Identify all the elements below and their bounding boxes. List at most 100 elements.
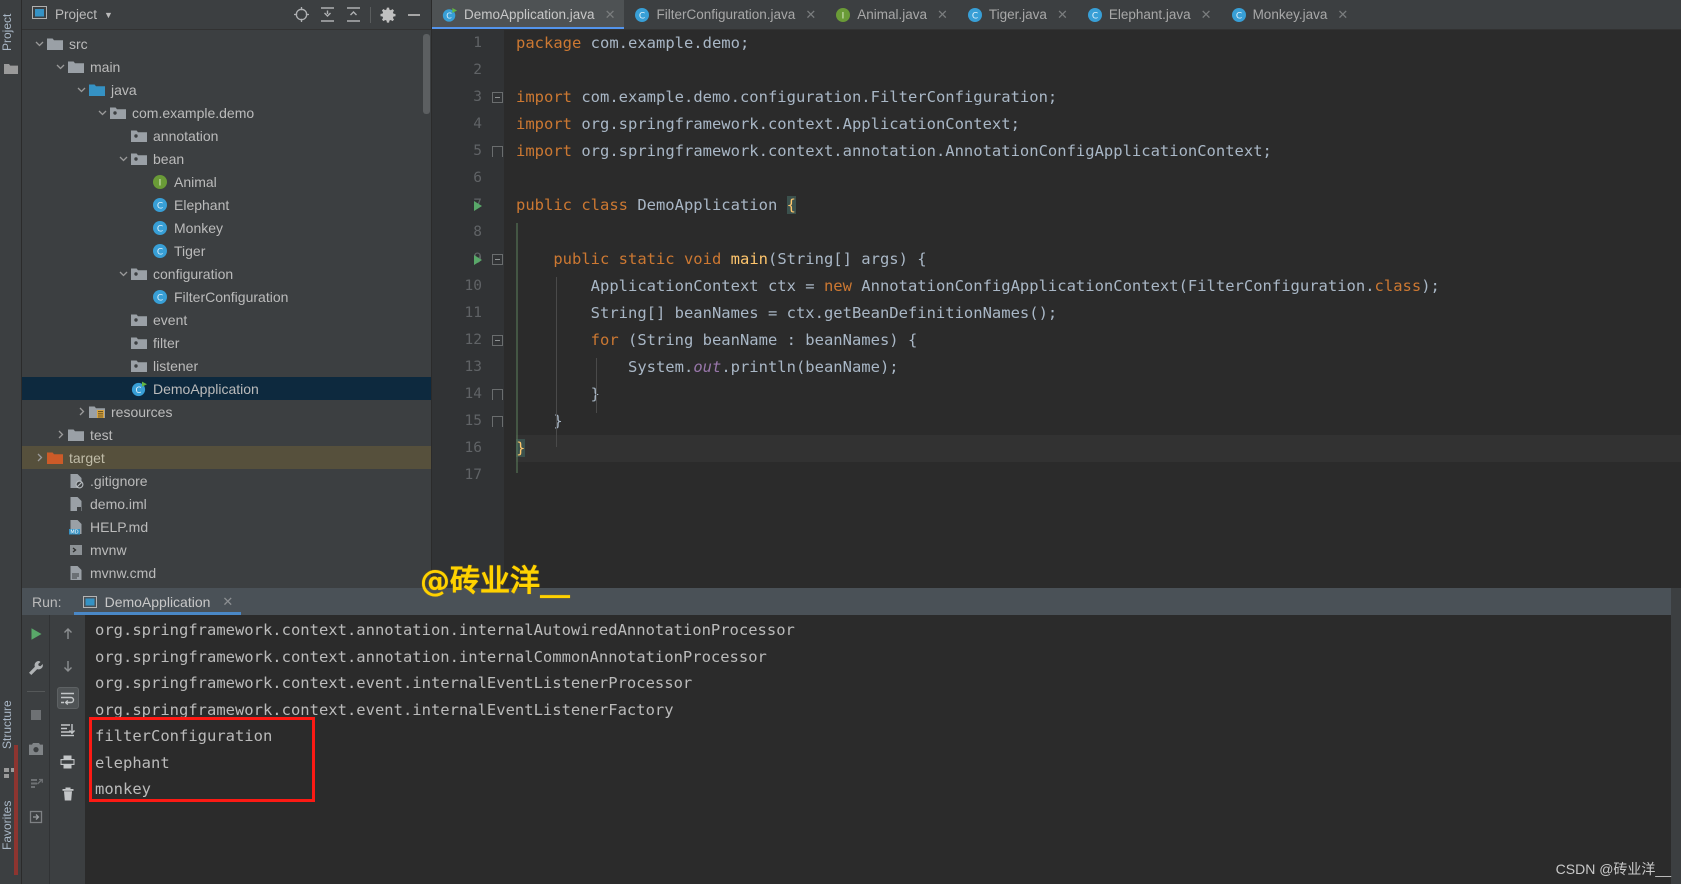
editor-code[interactable]: package com.example.demo; import com.exa… — [504, 30, 1681, 588]
chevron-right-icon[interactable] — [32, 446, 46, 469]
editor-gutter[interactable]: 1 2 3 4 5 6 7 8 9 10 11 12 13 14 15 16 17 — [432, 30, 490, 588]
editor-tab-filterconfiguration-java[interactable]: C FilterConfiguration.java ✕ — [624, 0, 825, 29]
gear-icon[interactable] — [377, 4, 399, 26]
close-icon[interactable]: ✕ — [1201, 8, 1212, 21]
close-icon[interactable]: ✕ — [1057, 8, 1068, 21]
locate-icon[interactable] — [290, 4, 312, 26]
camera-icon[interactable] — [25, 738, 47, 760]
expand-all-icon[interactable] — [316, 4, 338, 26]
tree-item-test[interactable]: test — [22, 423, 431, 446]
collapse-all-icon[interactable] — [342, 4, 364, 26]
tree-item-demoapplication[interactable]: C DemoApplication — [22, 377, 431, 400]
close-icon[interactable]: ✕ — [937, 8, 948, 21]
tree-item-monkey[interactable]: C Monkey — [22, 216, 431, 239]
code-line[interactable]: } — [516, 435, 1681, 462]
code-line[interactable]: ApplicationContext ctx = new AnnotationC… — [516, 273, 1681, 300]
arrow-up-icon[interactable] — [57, 623, 79, 645]
chevron-down-icon[interactable]: ▼ — [104, 10, 113, 20]
editor-tab-demoapplication-java[interactable]: C DemoApplication.java ✕ — [432, 0, 625, 29]
code-line[interactable] — [516, 219, 1681, 246]
close-icon[interactable]: ✕ — [605, 8, 616, 21]
project-tree-scrollbar[interactable] — [423, 34, 430, 114]
soft-wrap-icon[interactable] — [56, 687, 79, 709]
editor-fold-column[interactable] — [490, 30, 504, 588]
close-icon[interactable]: ✕ — [222, 594, 233, 610]
stop-icon[interactable] — [25, 704, 47, 726]
editor-tab-elephant-java[interactable]: C Elephant.java ✕ — [1077, 0, 1221, 29]
editor-tab-monkey-java[interactable]: C Monkey.java ✕ — [1221, 0, 1358, 29]
trash-icon[interactable] — [57, 783, 79, 805]
code-line[interactable]: for (String beanName : beanNames) { — [516, 327, 1681, 354]
chevron-down-icon[interactable] — [32, 32, 46, 55]
tree-item-java[interactable]: java — [22, 78, 431, 101]
run-toolbar-right[interactable] — [50, 615, 85, 884]
fold-marker[interactable] — [492, 335, 503, 346]
run-tab-demoapplication[interactable]: DemoApplication ✕ — [73, 588, 242, 615]
exit-icon[interactable] — [25, 806, 47, 828]
chevron-down-icon[interactable] — [74, 78, 88, 101]
thread-dump-icon[interactable] — [25, 772, 47, 794]
code-line[interactable] — [516, 165, 1681, 192]
fold-marker[interactable] — [492, 254, 503, 265]
tree-item-main[interactable]: main — [22, 55, 431, 78]
rerun-icon[interactable] — [25, 623, 47, 645]
tree-item-tiger[interactable]: C Tiger — [22, 239, 431, 262]
code-line[interactable] — [516, 57, 1681, 84]
code-line[interactable]: public static void main(String[] args) { — [516, 246, 1681, 273]
chevron-down-icon[interactable] — [116, 147, 130, 170]
tree-item-src[interactable]: src — [22, 32, 431, 55]
chevron-down-icon[interactable] — [116, 262, 130, 285]
run-gutter-icon[interactable] — [470, 192, 486, 219]
tree-item-mvnw-cmd[interactable]: mvnw.cmd — [22, 561, 431, 584]
editor-tab-animal-java[interactable]: I Animal.java ✕ — [825, 0, 957, 29]
run-gutter-icon[interactable] — [470, 246, 486, 273]
console-output[interactable]: org.springframework.context.annotation.i… — [85, 615, 1681, 884]
tool-window-button-structure[interactable]: Structure — [0, 690, 22, 760]
scroll-to-end-icon[interactable] — [57, 719, 79, 741]
tree-item-bean[interactable]: bean — [22, 147, 431, 170]
chevron-down-icon[interactable] — [95, 101, 109, 124]
fold-marker[interactable] — [492, 92, 503, 103]
settings-wrench-icon[interactable] — [25, 657, 47, 679]
tree-item-configuration[interactable]: configuration — [22, 262, 431, 285]
tree-item-target[interactable]: target — [22, 446, 431, 469]
tree-item-com-example-demo[interactable]: com.example.demo — [22, 101, 431, 124]
code-line[interactable]: package com.example.demo; — [516, 30, 1681, 57]
run-toolbar-left[interactable] — [22, 615, 50, 884]
tree-item-elephant[interactable]: C Elephant — [22, 193, 431, 216]
editor-tab-tiger-java[interactable]: C Tiger.java ✕ — [957, 0, 1077, 29]
close-icon[interactable]: ✕ — [805, 8, 816, 21]
minimize-icon[interactable] — [403, 4, 425, 26]
chevron-down-icon[interactable] — [53, 55, 67, 78]
tool-window-button-project[interactable]: Project — [0, 4, 22, 60]
code-line[interactable]: System.out.println(beanName); — [516, 354, 1681, 381]
code-line[interactable] — [516, 462, 1681, 489]
tool-window-button-favorites[interactable]: Favorites — [0, 790, 22, 860]
tree-item-demo-iml[interactable]: demo.iml — [22, 492, 431, 515]
tree-item-event[interactable]: event — [22, 308, 431, 331]
code-line[interactable]: import org.springframework.context.Appli… — [516, 111, 1681, 138]
tree-item-filterconfiguration[interactable]: C FilterConfiguration — [22, 285, 431, 308]
tree-item--gitignore[interactable]: .gitignore — [22, 469, 431, 492]
tree-item-resources[interactable]: resources — [22, 400, 431, 423]
code-line[interactable]: import org.springframework.context.annot… — [516, 138, 1681, 165]
editor-tab-bar[interactable]: C DemoApplication.java ✕ C FilterConfigurati… — [432, 0, 1681, 30]
fold-marker[interactable] — [492, 146, 503, 157]
project-tree[interactable]: src main java com.example.demo annotation bea… — [22, 30, 431, 588]
code-editor[interactable]: 1 2 3 4 5 6 7 8 9 10 11 12 13 14 15 16 17 package com.ex… — [432, 30, 1681, 588]
arrow-down-icon[interactable] — [57, 655, 79, 677]
fold-marker[interactable] — [492, 416, 503, 427]
tree-item-filter[interactable]: filter — [22, 331, 431, 354]
code-line[interactable]: } — [516, 408, 1681, 435]
chevron-right-icon[interactable] — [74, 400, 88, 423]
code-line[interactable]: String[] beanNames = ctx.getBeanDefiniti… — [516, 300, 1681, 327]
tree-item-animal[interactable]: I Animal — [22, 170, 431, 193]
chevron-right-icon[interactable] — [53, 423, 67, 446]
fold-marker[interactable] — [492, 389, 503, 400]
close-icon[interactable]: ✕ — [1337, 8, 1348, 21]
tree-item-mvnw[interactable]: mvnw — [22, 538, 431, 561]
print-icon[interactable] — [57, 751, 79, 773]
code-line[interactable]: import com.example.demo.configuration.Fi… — [516, 84, 1681, 111]
tree-item-listener[interactable]: listener — [22, 354, 431, 377]
code-line[interactable]: public class DemoApplication { — [516, 192, 1681, 219]
